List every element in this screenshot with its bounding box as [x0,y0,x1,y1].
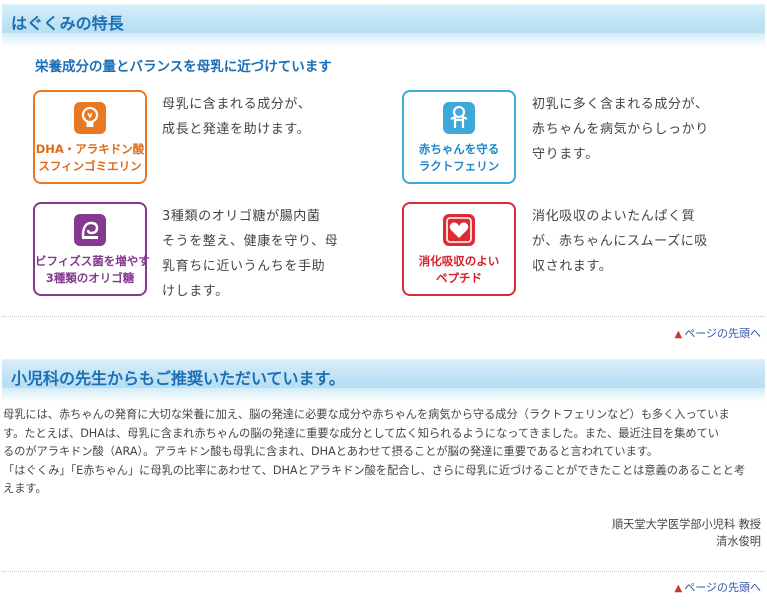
signature-name: 清水俊明 [716,535,761,548]
feature-description: 消化吸収のよいたんぱく質 が、赤ちゃんにスムーズに吸 収されます。 [532,204,708,279]
desc-line: が、赤ちゃんにスムーズに吸 [532,234,708,249]
badge-label-line2: 3種類のオリゴ糖 [45,271,135,285]
page-top-label: ページの先頭へ [684,327,761,340]
body-line: 母乳には、赤ちゃんの発育に大切な栄養に加え、脳の発達に必要な成分や赤ちゃんを病気… [3,408,730,421]
desc-line: けします。 [162,284,229,299]
body-line: す。たとえば、DHAは、母乳に含まれ赤ちゃんの脳の発達に重要な成分として広く知ら… [3,426,719,440]
desc-line: 赤ちゃんを病気からしっかり [532,122,709,137]
divider [2,316,765,317]
section-title: はぐくみの特長 [11,14,124,33]
body-line: るのがアラキドン酸（ARA）。アラキドン酸も母乳に含まれ、DHAとあわせて摂るこ… [3,445,659,458]
body-line: えます。 [3,482,47,495]
section-title: 小児科の先生からもご推奨いただいています。 [11,369,345,388]
body-line: 「はぐくみ」「E赤ちゃん」に母乳の比率にあわせて、DHAとアラキドン酸を配合し、… [3,463,746,477]
desc-line: 乳育ちに近いうんちを手助 [162,259,326,274]
page-top-link[interactable]: ▲ ページの先頭へ [675,325,761,341]
feature-description: 初乳に多く含まれる成分が、 赤ちゃんを病気からしっかり 守ります。 [532,92,709,167]
desc-line: 初乳に多く含まれる成分が、 [532,97,709,112]
lightbulb-icon [74,102,106,134]
page-top-label: ページの先頭へ [684,581,761,594]
desc-line: 3種類のオリゴ糖が腸内菌 [162,209,321,224]
divider [2,571,765,572]
badge-label-line1: 消化吸収のよい [418,254,500,268]
baby-icon [443,102,475,134]
feature-badge-peptide: 消化吸収のよい ペプチド [402,202,516,296]
badge-label-line1: 赤ちゃんを守る [418,142,500,156]
badge-label-line2: ペプチド [436,271,482,285]
section-header-recommendation: 小児科の先生からもご推奨いただいています。 [2,359,765,402]
badge-label-line2: ラクトフェリン [418,159,500,173]
feature-description: 3種類のオリゴ糖が腸内菌 そうを整え、健康を守り、母 乳育ちに近いうんちを手助 … [162,204,338,304]
features-lead: 栄養成分の量とバランスを母乳に近づけています [35,59,332,75]
desc-line: 消化吸収のよいたんぱく質 [532,209,696,224]
triangle-up-icon: ▲ [674,329,683,340]
triangle-up-icon: ▲ [674,583,683,594]
badge-label-line1: ビフィズス菌を増やす [35,254,150,268]
recommendation-body: 母乳には、赤ちゃんの発育に大切な栄養に加え、脳の発達に必要な成分や赤ちゃんを病気… [3,406,765,499]
desc-line: 成長と発達を助けます。 [162,122,311,137]
page-top-link[interactable]: ▲ ページの先頭へ [675,579,761,595]
feature-badge-dha: DHA・アラキドン酸 スフィンゴミエリン [33,90,147,184]
desc-line: 収されます。 [532,259,613,274]
section-header-features: はぐくみの特長 [2,4,765,47]
feature-badge-lactoferrin: 赤ちゃんを守る ラクトフェリン [402,90,516,184]
desc-line: そうを整え、健康を守り、母 [162,234,339,249]
feature-description: 母乳に含まれる成分が、 成長と発達を助けます。 [162,92,311,142]
badge-label-line1: DHA・アラキドン酸 [35,142,145,156]
desc-line: 母乳に含まれる成分が、 [162,97,312,112]
heart-icon [443,214,475,246]
signature-affiliation: 順天堂大学医学部小児科 教授 [612,518,761,531]
swirl-icon [74,214,106,246]
feature-badge-oligosaccharide: ビフィズス菌を増やす 3種類のオリゴ糖 [33,202,150,296]
badge-label-line2: スフィンゴミエリン [38,159,142,173]
desc-line: 守ります。 [532,147,599,162]
